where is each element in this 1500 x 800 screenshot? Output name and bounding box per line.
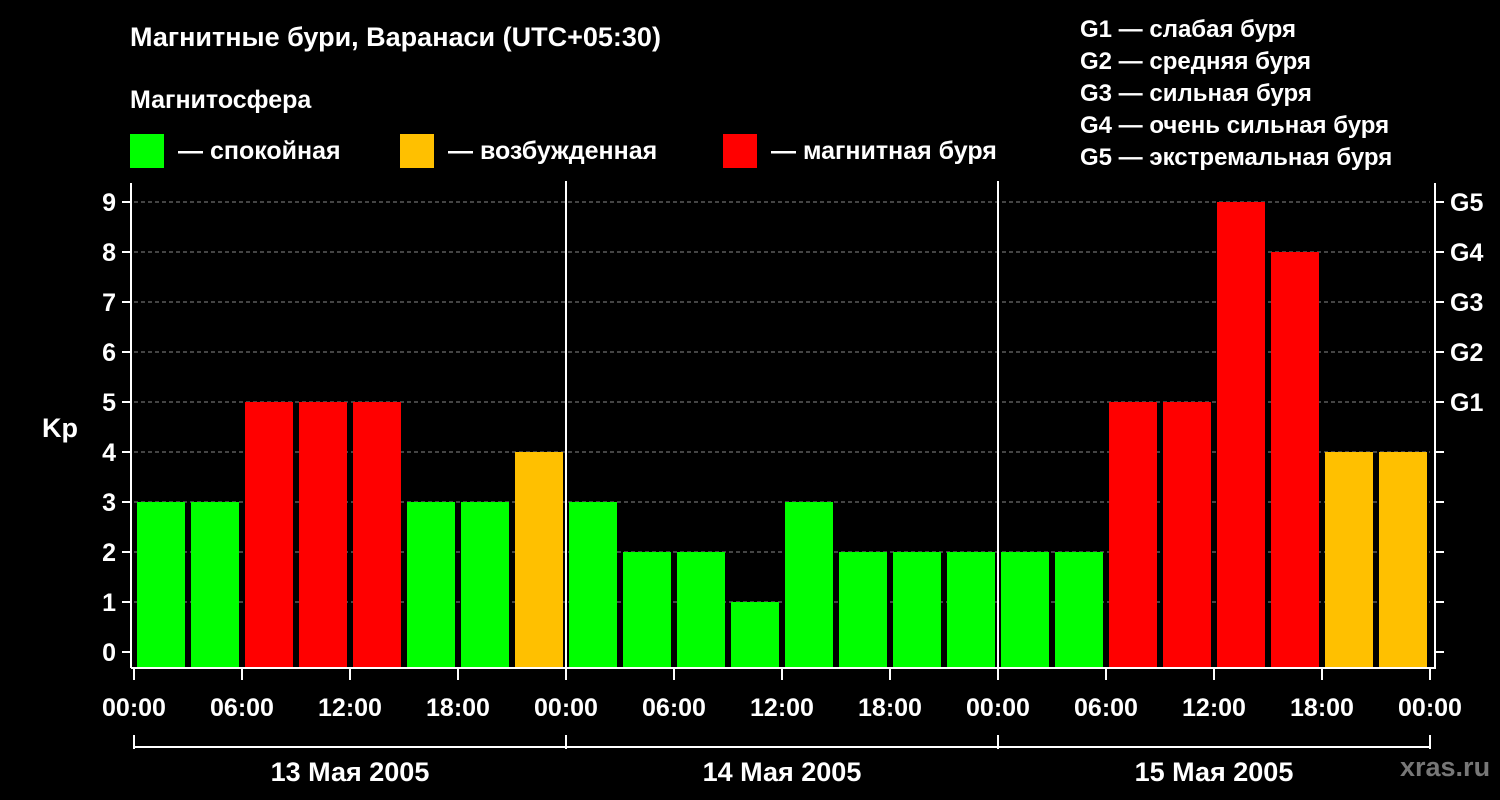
xtick-label-10: 12:00 [1182,694,1246,722]
bar-15 [947,552,995,667]
bar-11 [731,602,779,667]
xtick-label-0: 00:00 [102,694,166,722]
bar-8 [569,502,617,667]
bar-10 [677,552,725,667]
y-axis-label: Kp [42,413,78,443]
bar-20 [1217,202,1265,667]
xtick-label-5: 06:00 [642,694,706,722]
ytick-label-0: 0 [102,639,116,667]
xtick-label-12: 00:00 [1398,694,1462,722]
g-axis-label-g5: G5 [1450,189,1483,217]
bar-0 [137,502,185,667]
xtick-label-9: 06:00 [1074,694,1138,722]
xtick-label-6: 12:00 [750,694,814,722]
bar-17 [1055,552,1103,667]
xtick-label-4: 00:00 [534,694,598,722]
xtick-label-7: 18:00 [858,694,922,722]
bar-18 [1109,402,1157,667]
bar-3 [299,402,347,667]
bar-14 [893,552,941,667]
bar-16 [1001,552,1049,667]
day-label-2: 15 Мая 2005 [1135,757,1294,787]
bar-9 [623,552,671,667]
ytick-label-3: 3 [102,489,116,517]
bar-21 [1271,252,1319,667]
g-axis-label-g3: G3 [1450,289,1483,317]
ytick-label-7: 7 [102,289,116,317]
ytick-label-9: 9 [102,189,116,217]
day-label-1: 14 Мая 2005 [703,757,862,787]
kp-bar-chart: 0 1 2 3 4 5 6 7 8 9 G1 G2 G3 G4 G5 Kp 00:00 06:00 12:00 18:… [42,181,1483,787]
xtick-label-3: 18:00 [426,694,490,722]
ytick-label-8: 8 [102,239,116,267]
bar-12 [785,502,833,667]
ytick-label-1: 1 [102,589,116,617]
bar-5 [407,502,455,667]
xtick-label-1: 06:00 [210,694,274,722]
xtick-label-8: 00:00 [966,694,1030,722]
ytick-label-2: 2 [102,539,116,567]
bar-19 [1163,402,1211,667]
bar-1 [191,502,239,667]
xtick-label-11: 18:00 [1290,694,1354,722]
watermark: xras.ru [1400,752,1491,782]
bar-6 [461,502,509,667]
bar-23 [1379,452,1427,667]
bar-2 [245,402,293,667]
ytick-label-4: 4 [102,439,116,467]
g-axis-label-g1: G1 [1450,389,1483,417]
g-axis-label-g2: G2 [1450,339,1483,367]
xtick-label-2: 12:00 [318,694,382,722]
ytick-label-6: 6 [102,339,116,367]
bar-7 [515,452,563,667]
ytick-label-5: 5 [102,389,116,417]
bar-4 [353,402,401,667]
day-label-0: 13 Мая 2005 [271,757,430,787]
bar-13 [839,552,887,667]
g-axis-label-g4: G4 [1450,239,1483,267]
bar-22 [1325,452,1373,667]
